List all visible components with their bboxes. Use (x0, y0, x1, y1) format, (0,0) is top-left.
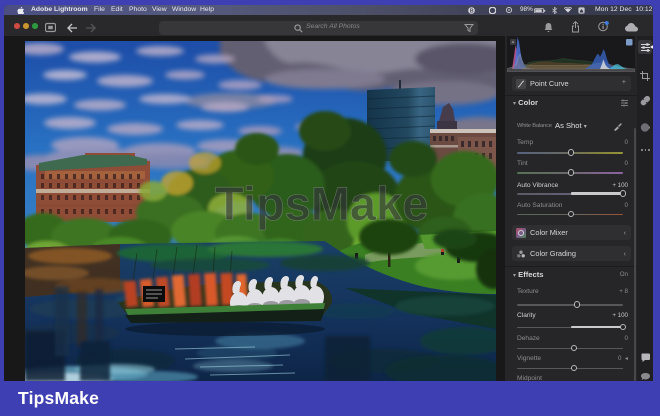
svg-text:TipsMake: TipsMake (215, 177, 428, 230)
svg-text:B: B (470, 8, 474, 14)
